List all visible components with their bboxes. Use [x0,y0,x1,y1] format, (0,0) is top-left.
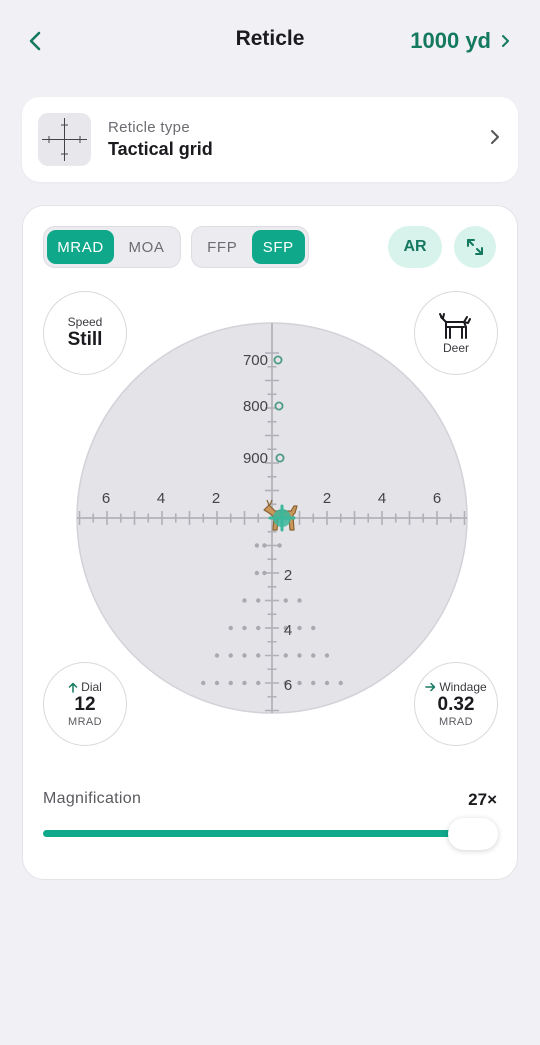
range-mark-700: 700 [243,352,268,369]
magnification-slider-track[interactable] [43,830,473,837]
holdover-dot [283,598,288,603]
holdover-dot [228,625,233,631]
holdover-dot [324,680,330,686]
reticle-type-card[interactable]: Reticle type Tactical grid [22,97,518,182]
plane-toggle: FFP SFP [191,226,309,268]
holdover-dot [201,680,206,686]
holdover-dot [242,653,247,658]
crosshair-icon [42,118,87,161]
holdover-dot [256,653,261,658]
v-label-4: 4 [284,622,292,639]
windage-label: Windage [439,680,487,694]
h-label-left-4: 4 [157,490,165,507]
scope-panel: MRAD MOA FFP SFP AR 6 4 2 2 4 6 2 4 6 70… [22,205,518,880]
holdover-dot [242,598,247,603]
h-label-right-2: 2 [323,490,331,507]
arrow-right-icon [425,682,436,692]
holdover-dot [242,625,247,631]
holdover-dot [256,680,261,686]
magnification-label: Magnification [43,790,142,807]
holdover-dot [324,653,330,658]
chevron-right-icon [491,130,499,144]
chevron-left-icon [29,31,41,51]
v-label-2: 2 [284,567,292,584]
range-label: 1000 yd [410,28,491,53]
plane-option-ffp[interactable]: FFP [195,230,250,264]
arrow-up-icon [68,682,78,693]
range-button[interactable]: 1000 yd [410,26,510,56]
holdover-dot [311,680,316,686]
expand-button[interactable] [454,226,496,268]
range-dot-800 [274,401,284,411]
holdover-dot [338,680,343,686]
reticle-type-value: Tactical grid [108,139,213,159]
ar-button[interactable]: AR [388,226,442,268]
holdover-dot [228,653,233,658]
holdover-dot [262,543,267,548]
holdover-dot [297,653,302,658]
windage-unit: MRAD [439,716,473,728]
holdover-dot [214,680,220,686]
holdover-dot [297,680,302,686]
target-badge[interactable]: Deer [414,291,498,375]
target-label: Deer [442,341,469,355]
dial-label: Dial [81,680,102,694]
magnification-value: 27× [468,790,497,809]
holdover-dot [297,625,302,631]
plane-option-sfp[interactable]: SFP [251,230,305,264]
h-label-left-6: 6 [102,490,110,507]
header: Reticle 1000 yd [0,0,540,80]
reticle-type-label: Reticle type [108,119,190,136]
speed-value: Still [67,329,103,350]
holdover-dot [311,625,316,631]
holdover-dot [242,680,247,686]
holdover-dot [254,570,260,576]
holdover-dot [256,625,261,631]
holdover-dot [311,653,316,658]
dial-value: 12 [74,694,96,715]
windage-badge[interactable]: Windage 0.32 MRAD [414,662,498,746]
v-label-6: 6 [284,677,292,694]
holdover-dot [297,598,302,603]
magnification-slider-thumb[interactable] [448,818,498,850]
h-label-right-6: 6 [433,490,441,507]
reticle-thumbnail [38,113,91,166]
expand-icon [467,239,483,255]
range-mark-900: 900 [243,450,268,467]
speed-badge[interactable]: Speed Still [43,291,127,375]
dial-badge[interactable]: Dial 12 MRAD [43,662,127,746]
holdover-dot [262,570,267,576]
h-label-left-2: 2 [212,490,220,507]
back-button[interactable] [20,26,50,56]
h-label-right-4: 4 [378,490,386,507]
range-mark-800: 800 [243,398,268,415]
unit-option-mrad[interactable]: MRAD [47,230,114,264]
holdover-dot [277,543,282,548]
dial-unit: MRAD [68,716,102,728]
windage-value: 0.32 [437,694,475,715]
range-dot-700 [273,355,283,365]
holdover-dot [283,653,288,658]
chevron-right-icon [502,35,509,47]
deer-icon [439,313,471,339]
holdover-dot [254,543,260,548]
unit-toggle: MRAD MOA [43,226,181,268]
holdover-dot [256,598,261,603]
holdover-dot [214,653,220,658]
holdover-dot [228,680,233,686]
speed-label: Speed [67,315,103,329]
unit-option-moa[interactable]: MOA [116,230,177,264]
range-dot-900 [275,453,285,463]
reticle-view[interactable]: 6 4 2 2 4 6 2 4 6 700 800 900 [75,321,469,715]
